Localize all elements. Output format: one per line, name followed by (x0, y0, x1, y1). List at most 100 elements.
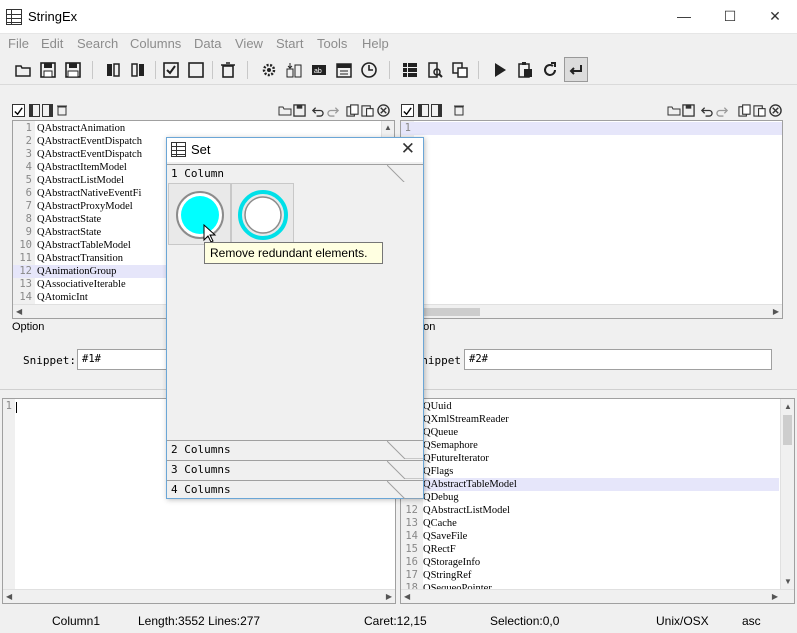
menu-columns[interactable]: Columns (130, 36, 181, 51)
section-2-columns[interactable]: 2 Columns (167, 440, 423, 459)
panel-save-icon[interactable] (682, 104, 696, 117)
minimize-button[interactable]: — (661, 0, 707, 33)
columns-icon[interactable] (102, 59, 124, 81)
editor-line[interactable]: 14 QSaveFile (401, 530, 779, 543)
refresh-icon[interactable] (539, 59, 561, 81)
menu-file[interactable]: File (8, 36, 29, 51)
line-number: 15 (405, 543, 418, 555)
calendar-icon[interactable] (333, 59, 355, 81)
line-number: 3 (25, 148, 32, 160)
save-all-icon[interactable] (62, 59, 84, 81)
menu-search[interactable]: Search (77, 36, 118, 51)
dialog-close-button[interactable]: ✕ (401, 139, 415, 159)
editor-line[interactable]: QDebug (401, 491, 779, 504)
panel-paste-icon[interactable] (361, 104, 375, 117)
editor-line[interactable]: QUuid (401, 400, 779, 413)
paste-icon[interactable] (514, 59, 536, 81)
panel-trash-icon[interactable] (56, 104, 76, 117)
right-input-editor[interactable]: 1 ▶ (400, 120, 783, 319)
editor-line[interactable]: QQueue (401, 426, 779, 439)
editor-line[interactable]: 1 QAbstractAnimation (13, 122, 381, 135)
section-3-columns[interactable]: 3 Columns (167, 460, 423, 479)
play-icon[interactable] (489, 59, 511, 81)
gear-icon[interactable] (258, 59, 280, 81)
panel-redo-icon[interactable] (716, 104, 730, 117)
menu-help[interactable]: Help (362, 36, 389, 51)
panel-paste-icon[interactable] (753, 104, 767, 117)
remove-redundant-button[interactable] (168, 183, 231, 245)
checkbox-empty-icon[interactable] (185, 59, 207, 81)
toolbar-separator (389, 61, 390, 79)
panel-checkbox[interactable] (401, 104, 414, 117)
panel-column-alt-icon[interactable] (42, 104, 53, 117)
ab-icon[interactable]: ab (308, 59, 330, 81)
editor-line[interactable]: QFlags (401, 465, 779, 478)
search-doc-icon[interactable] (424, 59, 446, 81)
panel-redo-icon[interactable] (327, 104, 341, 117)
scroll-thumb[interactable] (417, 308, 480, 316)
editor-line[interactable]: QXmlStreamReader (401, 413, 779, 426)
editor-line[interactable]: QSemaphore (401, 439, 779, 452)
checkbox-checked-icon[interactable] (160, 59, 182, 81)
editor-line[interactable]: 1 (401, 122, 782, 135)
scroll-up-arrow[interactable]: ▲ (784, 402, 792, 412)
panel-undo-icon[interactable] (700, 104, 714, 117)
open-folder-icon[interactable] (12, 59, 34, 81)
wrap-icon[interactable] (564, 57, 588, 82)
menu-data[interactable]: Data (194, 36, 221, 51)
panel-copy-icon[interactable] (738, 104, 752, 117)
menu-start[interactable]: Start (276, 36, 303, 51)
trash-icon[interactable] (217, 59, 239, 81)
save-icon[interactable] (37, 59, 59, 81)
scroll-down-arrow[interactable]: ▼ (784, 577, 792, 587)
copy-compare-icon[interactable] (449, 59, 471, 81)
menu-edit[interactable]: Edit (41, 36, 63, 51)
panel-undo-icon[interactable] (311, 104, 325, 117)
vertical-scrollbar[interactable]: ▲ ▼ (780, 399, 794, 590)
panel-clear-icon[interactable] (377, 104, 391, 117)
scroll-left-arrow[interactable]: ◀ (404, 592, 410, 602)
panel-checkbox[interactable] (12, 104, 25, 117)
editor-line[interactable]: QAbstractTableModel (401, 478, 779, 491)
scroll-left-arrow[interactable]: ◀ (6, 592, 12, 602)
horizontal-scrollbar[interactable]: ▶ (401, 304, 782, 318)
scroll-thumb[interactable] (783, 415, 792, 445)
scroll-right-arrow[interactable]: ▶ (386, 592, 392, 602)
sort-icon[interactable] (283, 59, 305, 81)
editor-line[interactable]: 17 QStringRef (401, 569, 779, 582)
panel-open-icon[interactable] (667, 104, 681, 117)
editor-line[interactable]: 16 QStorageInfo (401, 556, 779, 569)
close-window-button[interactable]: ✕ (752, 0, 797, 33)
scroll-right-arrow[interactable]: ▶ (772, 592, 778, 602)
panel-save-icon[interactable] (293, 104, 307, 117)
editor-line[interactable]: 13 QCache (401, 517, 779, 530)
columns-alt-icon[interactable] (127, 59, 149, 81)
panel-trash-icon[interactable] (453, 104, 467, 117)
status-selection: Selection:0,0 (490, 614, 560, 628)
panel-column-alt-icon[interactable] (431, 104, 442, 117)
horizontal-scrollbar[interactable]: ◀ ▶ (401, 589, 794, 603)
maximize-button[interactable]: ☐ (707, 0, 753, 33)
grid-icon[interactable] (399, 59, 421, 81)
scroll-left-arrow[interactable]: ◀ (16, 307, 22, 317)
horizontal-scrollbar[interactable]: ◀ ▶ (3, 589, 395, 603)
panel-copy-icon[interactable] (346, 104, 360, 117)
menu-tools[interactable]: Tools (317, 36, 347, 51)
section-1-column[interactable]: 1 Column (167, 164, 423, 183)
section-4-columns[interactable]: 4 Columns (167, 480, 423, 499)
main-toolbar: ab (0, 55, 797, 85)
hollow-circle-button[interactable] (231, 183, 294, 245)
clock-icon[interactable] (358, 59, 380, 81)
panel-column-icon[interactable] (29, 104, 40, 117)
right-output-editor[interactable]: QUuid QXmlStreamReader QQueue QSemaphore QFu… (400, 398, 795, 604)
menu-view[interactable]: View (235, 36, 263, 51)
scroll-right-arrow[interactable]: ▶ (773, 307, 779, 317)
editor-line[interactable]: 15 QRectF (401, 543, 779, 556)
panel-column-icon[interactable] (418, 104, 429, 117)
editor-line[interactable]: 12 QAbstractListModel (401, 504, 779, 517)
scroll-up-arrow[interactable]: ▲ (384, 123, 392, 133)
editor-line[interactable]: QFutureIterator (401, 452, 779, 465)
right-snippet-input[interactable]: #2# (464, 349, 772, 370)
panel-clear-icon[interactable] (769, 104, 783, 117)
panel-open-icon[interactable] (278, 104, 292, 117)
